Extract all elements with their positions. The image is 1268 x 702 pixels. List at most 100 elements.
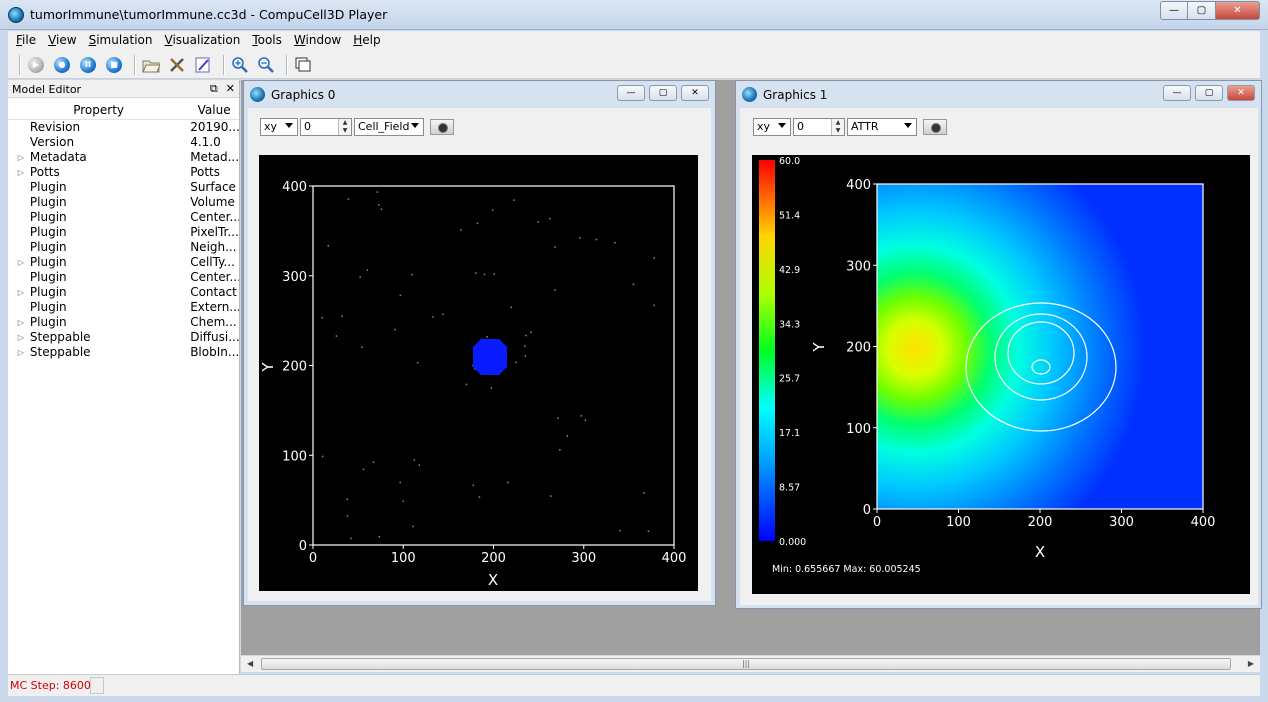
cell-dot: [321, 455, 324, 458]
mdi-horizontal-scrollbar[interactable]: ◀ ||| ▶: [241, 655, 1260, 672]
y-tick-label: 100: [282, 449, 307, 464]
status-cell: [90, 677, 104, 694]
x-tick-label: 0: [309, 551, 317, 566]
tree-row-value: Diffusi...: [190, 330, 239, 344]
graphics-0-plane-select[interactable]: xy: [260, 118, 298, 136]
menu-tools[interactable]: Tools: [248, 31, 290, 51]
tree-row[interactable]: ▷ Plugin Contact: [8, 285, 239, 300]
dock-float-icon[interactable]: ⧉: [210, 82, 218, 96]
expand-arrow-icon[interactable]: ▷: [8, 150, 30, 165]
cell-dot: [632, 283, 635, 286]
cell-dot: [478, 496, 481, 498]
tree-row-value: Chem...: [190, 315, 237, 329]
scroll-right-icon[interactable]: ▶: [1248, 659, 1254, 668]
tree-row[interactable]: ▷ Potts Potts: [8, 165, 239, 180]
edit-button[interactable]: [192, 54, 214, 76]
tree-row[interactable]: Revision 20190...: [8, 120, 239, 135]
y-axis-label: Y: [810, 342, 828, 353]
zoom-in-icon: [232, 56, 248, 73]
tree-row[interactable]: Plugin Neigh...: [8, 240, 239, 255]
graphics-0-close-button[interactable]: ✕: [681, 85, 709, 101]
tree-row[interactable]: Plugin Center...: [8, 270, 239, 285]
compucell-app-icon: [8, 7, 24, 23]
mdi-area: Graphics 0 — ▢ ✕ xy 0 ▲ ▼ Cell_Field 0 100 2…: [241, 80, 1262, 655]
graphics-0-maximize-button[interactable]: ▢: [649, 85, 677, 101]
tree-row-property: Plugin: [29, 195, 67, 209]
stop-button[interactable]: ■: [103, 54, 125, 76]
tree-row-value: Center...: [190, 210, 239, 224]
tree-row[interactable]: Plugin Surface: [8, 180, 239, 195]
scroll-left-icon[interactable]: ◀: [247, 659, 253, 668]
menu-visualization[interactable]: Visualization: [161, 31, 249, 51]
graphics-1-field-select[interactable]: ATTR: [847, 118, 917, 136]
menu-view-mnemonic: V: [48, 33, 57, 47]
expand-arrow-icon: [8, 240, 30, 255]
cell-dot: [643, 492, 645, 494]
graphics-1-screenshot-camera-icon[interactable]: [923, 119, 947, 135]
new-graphics-window-button[interactable]: [292, 54, 314, 76]
tree-row[interactable]: Plugin Extern...: [8, 300, 239, 315]
expand-arrow-icon[interactable]: ▷: [8, 255, 30, 270]
tree-row[interactable]: ▷ Steppable BlobIn...: [8, 345, 239, 360]
menu-view[interactable]: View: [44, 31, 84, 51]
x-axis-ticks: 0 100 200 300 400: [309, 545, 686, 566]
property-column-header[interactable]: Property: [8, 103, 189, 119]
cell-dot: [335, 335, 338, 337]
expand-arrow-icon[interactable]: ▷: [8, 330, 30, 345]
menu-window[interactable]: Window: [290, 31, 349, 51]
run-button[interactable]: ▶: [25, 54, 47, 76]
model-editor-title: Model Editor: [12, 83, 82, 96]
pause-button[interactable]: II: [77, 54, 99, 76]
cell-dot: [347, 198, 350, 200]
tree-row[interactable]: ▷ Plugin CellTy...: [8, 255, 239, 270]
graphics-0-body: xy 0 ▲ ▼ Cell_Field 0 100 200 300 400 0 100 200 3…: [248, 108, 711, 601]
menu-file[interactable]: File: [12, 31, 44, 51]
menu-visualization-label: isualization: [172, 33, 241, 47]
dock-close-icon[interactable]: ✕: [226, 82, 235, 96]
menu-help[interactable]: Help: [349, 31, 388, 51]
graphics-1-slice-spinbox[interactable]: 0 ▲ ▼: [793, 118, 845, 136]
graphics-1-close-button[interactable]: ✕: [1227, 85, 1255, 101]
graphics-1-minimize-button[interactable]: —: [1163, 85, 1191, 101]
graphics-0-field-select[interactable]: Cell_Field: [354, 118, 424, 136]
spin-arrows-icon[interactable]: ▲ ▼: [831, 119, 844, 135]
tree-row[interactable]: ▷ Metadata Metad...: [8, 150, 239, 165]
tree-row[interactable]: ▷ Plugin Chem...: [8, 315, 239, 330]
tree-row[interactable]: Version 4.1.0: [8, 135, 239, 150]
zoom-out-button[interactable]: [255, 54, 277, 76]
graphics-0-plot[interactable]: 0 100 200 300 400 0 100 200 300 400 X Y: [259, 155, 698, 591]
graphics-1-window[interactable]: Graphics 1 — ▢ ✕ xy 0 ▲ ▼ ATTR 60.0 51.4…: [735, 80, 1262, 609]
expand-arrow-icon[interactable]: ▷: [8, 345, 30, 360]
zoom-in-button[interactable]: [229, 54, 251, 76]
tree-row[interactable]: Plugin Center...: [8, 210, 239, 225]
graphics-0-slice-spinbox[interactable]: 0 ▲ ▼: [300, 118, 352, 136]
close-button[interactable]: ✕: [1216, 1, 1260, 20]
graphics-0-minimize-button[interactable]: —: [617, 85, 645, 101]
graphics-0-screenshot-camera-icon[interactable]: [430, 119, 454, 135]
minimize-button[interactable]: —: [1160, 1, 1188, 20]
spin-arrows-icon[interactable]: ▲ ▼: [338, 119, 351, 135]
value-column-header[interactable]: Value: [189, 103, 239, 119]
tree-row[interactable]: Plugin Volume: [8, 195, 239, 210]
tree-row-property: Plugin: [29, 180, 67, 194]
menu-window-mnemonic: W: [293, 33, 306, 47]
graphics-0-window[interactable]: Graphics 0 — ▢ ✕ xy 0 ▲ ▼ Cell_Field 0 100 2…: [243, 80, 716, 606]
maximize-button[interactable]: ▢: [1188, 1, 1216, 20]
graphics-1-plane-select[interactable]: xy: [753, 118, 791, 136]
tree-row-value: BlobIn...: [190, 345, 239, 359]
expand-arrow-icon[interactable]: ▷: [8, 165, 30, 180]
tree-row[interactable]: Plugin PixelTr...: [8, 225, 239, 240]
menu-simulation[interactable]: Simulation: [85, 31, 161, 51]
y-tick-label: 0: [299, 539, 307, 554]
open-file-button[interactable]: [140, 54, 162, 76]
graphics-1-maximize-button[interactable]: ▢: [1195, 85, 1223, 101]
tools-button[interactable]: [166, 54, 188, 76]
tree-row-property: Plugin: [29, 240, 67, 254]
expand-arrow-icon[interactable]: ▷: [8, 315, 30, 330]
graphics-1-plot[interactable]: 60.0 51.4 42.9 34.3 25.7 17.1 8.57 0.000 0 100 20…: [752, 155, 1250, 594]
scrollbar-thumb[interactable]: |||: [261, 658, 1231, 670]
expand-arrow-icon[interactable]: ▷: [8, 285, 30, 300]
tree-row[interactable]: ▷ Steppable Diffusi...: [8, 330, 239, 345]
step-button[interactable]: ●: [51, 54, 73, 76]
cell-dot: [493, 273, 495, 275]
